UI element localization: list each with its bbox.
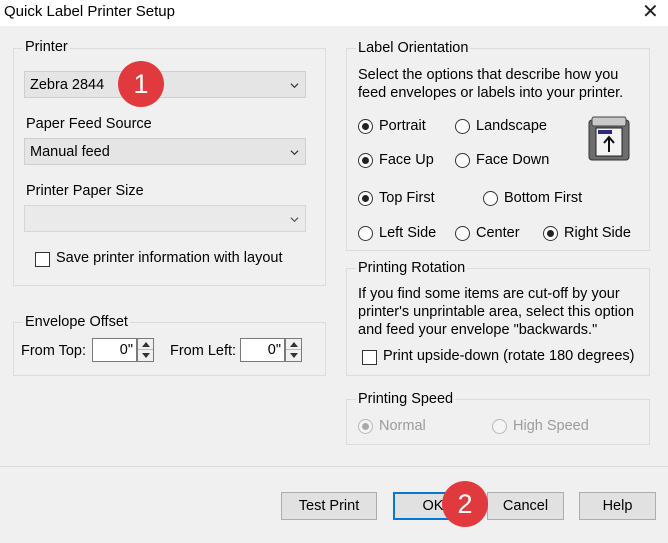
top-first-radio[interactable] bbox=[358, 191, 373, 206]
spin-down-icon[interactable] bbox=[138, 350, 153, 361]
landscape-radio[interactable] bbox=[455, 119, 470, 134]
from-top-spinner[interactable] bbox=[137, 338, 154, 362]
label-orientation-description: Select the options that describe how you… bbox=[358, 67, 624, 101]
spin-up-icon[interactable] bbox=[286, 339, 301, 350]
from-left-label: From Left: bbox=[170, 343, 237, 359]
printing-speed-legend: Printing Speed bbox=[356, 391, 456, 407]
paper-feed-select-value: Manual feed bbox=[30, 144, 110, 160]
envelope-offset-legend: Envelope Offset bbox=[23, 314, 130, 330]
center-label: Center bbox=[476, 225, 520, 241]
spin-up-icon[interactable] bbox=[138, 339, 153, 350]
window-title: Quick Label Printer Setup bbox=[4, 3, 175, 20]
paper-feed-label: Paper Feed Source bbox=[26, 116, 152, 132]
left-side-radio[interactable] bbox=[358, 226, 373, 241]
test-print-button[interactable]: Test Print bbox=[281, 492, 377, 520]
center-radio[interactable] bbox=[455, 226, 470, 241]
printer-select-value: Zebra 2844 bbox=[30, 77, 105, 93]
cancel-button[interactable]: Cancel bbox=[487, 492, 564, 520]
print-upside-down-checkbox[interactable] bbox=[362, 350, 377, 365]
bottom-first-radio[interactable] bbox=[483, 191, 498, 206]
normal-speed-label: Normal bbox=[379, 418, 426, 434]
from-left-input[interactable]: 0" bbox=[240, 338, 285, 362]
save-printer-info-label: Save printer information with layout bbox=[56, 250, 283, 266]
portrait-radio[interactable] bbox=[358, 119, 373, 134]
close-icon[interactable]: ✕ bbox=[642, 1, 659, 23]
spin-down-icon[interactable] bbox=[286, 350, 301, 361]
chevron-down-icon bbox=[290, 217, 299, 223]
print-upside-down-label: Print upside-down (rotate 180 degrees) bbox=[383, 348, 635, 364]
label-orientation-legend: Label Orientation bbox=[356, 40, 471, 56]
high-speed-radio[interactable] bbox=[492, 419, 507, 434]
printing-rotation-description: If you find some items are cut-off by yo… bbox=[358, 286, 635, 338]
printing-rotation-legend: Printing Rotation bbox=[356, 260, 468, 276]
step-badge-2: 2 bbox=[442, 481, 488, 527]
right-side-label: Right Side bbox=[564, 225, 631, 241]
top-first-label: Top First bbox=[379, 190, 435, 206]
right-side-radio[interactable] bbox=[543, 226, 558, 241]
printer-select[interactable]: Zebra 2844 bbox=[24, 71, 306, 98]
landscape-label: Landscape bbox=[476, 118, 547, 134]
printer-feed-icon bbox=[588, 116, 630, 161]
paper-feed-select[interactable]: Manual feed bbox=[24, 138, 306, 165]
high-speed-label: High Speed bbox=[513, 418, 589, 434]
from-left-value: 0" bbox=[267, 342, 281, 358]
from-left-spinner[interactable] bbox=[285, 338, 302, 362]
from-top-input[interactable]: 0" bbox=[92, 338, 137, 362]
face-up-label: Face Up bbox=[379, 152, 434, 168]
face-down-radio[interactable] bbox=[455, 153, 470, 168]
chevron-down-icon bbox=[290, 150, 299, 156]
printer-group-legend: Printer bbox=[23, 39, 70, 55]
paper-size-label: Printer Paper Size bbox=[26, 183, 144, 199]
face-up-radio[interactable] bbox=[358, 153, 373, 168]
face-down-label: Face Down bbox=[476, 152, 550, 168]
from-top-value: 0" bbox=[119, 342, 133, 358]
paper-size-select[interactable] bbox=[24, 205, 306, 232]
save-printer-info-checkbox[interactable] bbox=[35, 252, 50, 267]
help-button[interactable]: Help bbox=[579, 492, 656, 520]
portrait-label: Portrait bbox=[379, 118, 426, 134]
bottom-first-label: Bottom First bbox=[504, 190, 583, 206]
normal-speed-radio[interactable] bbox=[358, 419, 373, 434]
left-side-label: Left Side bbox=[379, 225, 437, 241]
from-top-label: From Top: bbox=[21, 343, 87, 359]
step-badge-1: 1 bbox=[118, 61, 164, 107]
chevron-down-icon bbox=[290, 83, 299, 89]
